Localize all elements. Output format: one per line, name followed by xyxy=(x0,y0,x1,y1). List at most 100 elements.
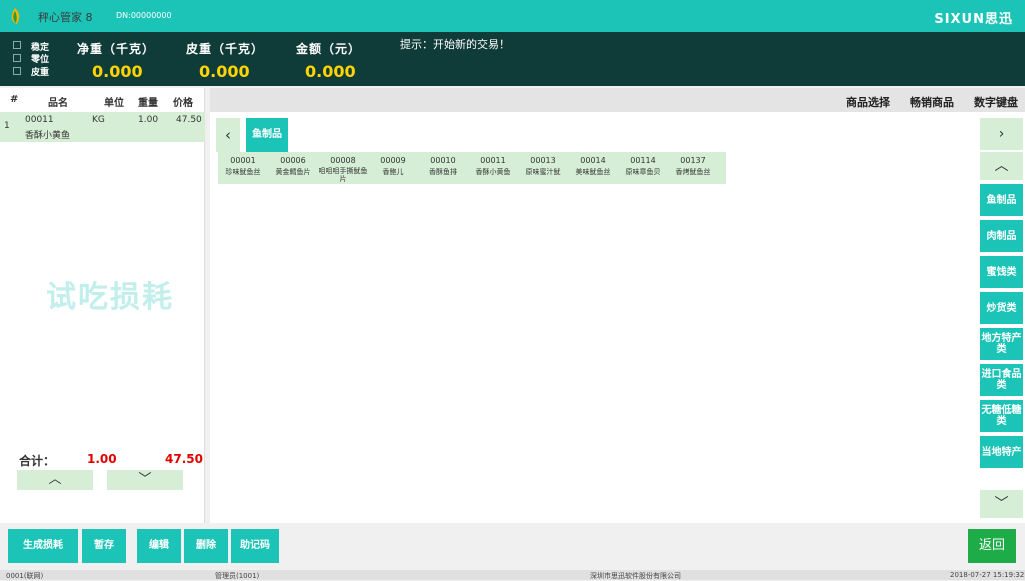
chevron-left-icon: ‹ xyxy=(225,126,231,144)
category-meat[interactable]: 肉制品 xyxy=(980,220,1023,252)
zero-checkbox xyxy=(13,54,21,62)
total-label: 合计： xyxy=(19,454,56,468)
category-fish[interactable]: 鱼制品 xyxy=(980,184,1023,216)
order-panel: # 品名 单位 重量 价格 1 00011 香酥小黄鱼 KG 1.00 47.5… xyxy=(0,88,205,523)
chevron-up-icon: ︿ xyxy=(48,472,62,487)
category-sugar-free[interactable]: 无糖低糖类 xyxy=(980,400,1023,432)
stable-checkbox xyxy=(13,41,21,49)
edit-button[interactable]: 编辑 xyxy=(137,529,181,563)
back-button[interactable]: 返回 xyxy=(968,529,1016,563)
row-unit: KG xyxy=(92,115,105,125)
chevron-right-icon: › xyxy=(998,126,1005,142)
chevron-down-icon: ﹀ xyxy=(138,472,152,487)
app-name: 秤心管家 8 xyxy=(38,11,93,24)
next-category-page-button[interactable]: › xyxy=(980,118,1023,150)
product-tile[interactable]: 00137 香烤鱿鱼丝 xyxy=(668,152,718,184)
chevron-down-icon: ﹀ xyxy=(994,496,1009,512)
row-weight: 1.00 xyxy=(138,115,159,125)
net-weight-header: 净重（千克） xyxy=(77,42,156,56)
product-name: 香酥鱼排 xyxy=(429,168,457,176)
tare-checkbox xyxy=(13,67,21,75)
category-local-products[interactable]: 当地特产 xyxy=(980,436,1023,468)
product-code: 00013 xyxy=(530,156,556,165)
product-name: 珍味鱿鱼丝 xyxy=(225,168,261,176)
category-imported[interactable]: 进口食品类 xyxy=(980,364,1023,396)
generate-loss-button[interactable]: 生成损耗 xyxy=(8,529,78,563)
product-code: 00001 xyxy=(230,156,256,165)
delete-button[interactable]: 删除 xyxy=(184,529,228,563)
net-weight-value: 0.000 xyxy=(92,62,143,81)
col-unit-header: 单位 xyxy=(104,98,124,109)
row-name: 香酥小黄鱼 xyxy=(25,131,71,141)
scroll-down-button[interactable]: ﹀ xyxy=(107,470,183,490)
product-name: 原味章鱼贝 xyxy=(625,168,661,176)
product-tile[interactable]: 00006 黄金鳕鱼片 xyxy=(268,152,318,184)
product-tile[interactable]: 00001 珍味鱿鱼丝 xyxy=(218,152,268,184)
chevron-up-icon: ︿ xyxy=(994,158,1009,174)
product-code: 00008 xyxy=(330,156,356,165)
product-code: 00114 xyxy=(630,156,656,165)
product-name: 香烤鱿鱼丝 xyxy=(675,168,711,176)
category-scroll-down-button[interactable]: ﹀ xyxy=(980,490,1023,518)
total-amount: 47.50 xyxy=(165,452,203,466)
category-local-specialty[interactable]: 地方特产类 xyxy=(980,328,1023,360)
category-roasted[interactable]: 炒货类 xyxy=(980,292,1023,324)
category-panel: › ︿ 鱼制品 肉制品 蜜饯类 炒货类 地方特产类 进口食品类 无糖低糖类 当地… xyxy=(978,112,1025,523)
product-code: 00137 xyxy=(680,156,706,165)
col-name-header: 品名 xyxy=(48,98,68,109)
tab-bar: 商品选择 畅销商品 数字键盘 xyxy=(210,88,1025,112)
product-code: 00010 xyxy=(430,156,456,165)
product-name: 香鲍儿 xyxy=(382,168,404,176)
tare-weight-header: 皮重（千克） xyxy=(186,42,265,56)
product-name: 原味蜜汁鱿 xyxy=(525,168,561,176)
product-tile[interactable]: 00010 香酥鱼排 xyxy=(418,152,468,184)
category-preserves[interactable]: 蜜饯类 xyxy=(980,256,1023,288)
mode-watermark: 试吃损耗 xyxy=(46,280,174,315)
tare-label: 皮重 xyxy=(31,68,50,78)
hint-text: 提示：开始新的交易！ xyxy=(400,38,510,51)
app-logo-icon xyxy=(11,8,20,24)
row-code: 00011 xyxy=(25,115,54,125)
title-bar: 秤心管家 8 DN:00000000 SIXUN思迅 xyxy=(0,0,1025,32)
mnemonic-code-button[interactable]: 助记码 xyxy=(231,529,279,563)
product-name: 香酥小黄鱼 xyxy=(475,168,511,176)
col-weight-header: 重量 xyxy=(138,98,158,109)
tab-product-select[interactable]: 商品选择 xyxy=(846,94,890,110)
total-qty: 1.00 xyxy=(87,452,117,466)
amount-header: 金额（元） xyxy=(296,42,362,56)
brand-logo: SIXUN思迅 xyxy=(934,12,1013,27)
product-tile[interactable]: 00013 原味蜜汁鱿 xyxy=(518,152,568,184)
product-code: 00006 xyxy=(280,156,306,165)
tare-weight-value: 0.000 xyxy=(199,62,250,81)
product-grid: 00001 珍味鱿鱼丝 00006 黄金鳕鱼片 00008 咀咀咀手撕鱿鱼片 0000… xyxy=(218,152,726,184)
status-bar: 0001(联网) 管理员(1001) 深圳市思迅软件股份有限公司 2018-07… xyxy=(0,570,1025,580)
product-tile[interactable]: 00011 香酥小黄鱼 xyxy=(468,152,518,184)
scroll-up-button[interactable]: ︿ xyxy=(17,470,93,490)
product-name: 咀咀咀手撕鱿鱼片 xyxy=(318,167,368,183)
zero-label: 零位 xyxy=(31,55,50,65)
tab-bestsellers[interactable]: 畅销商品 xyxy=(910,94,954,110)
scale-display: 稳定 零位 皮重 净重（千克） 皮重（千克） 金额（元） 0.000 0.000… xyxy=(0,32,1025,86)
product-area: ‹ 鱼制品 00001 珍味鱿鱼丝 00006 黄金鳕鱼片 00008 咀咀咀手撕鱿鱼… xyxy=(210,112,978,523)
product-name: 黄金鳕鱼片 xyxy=(275,168,311,176)
product-tile[interactable]: 00009 香鲍儿 xyxy=(368,152,418,184)
current-category-button[interactable]: 鱼制品 xyxy=(246,118,288,152)
prev-category-button[interactable]: ‹ xyxy=(216,118,240,152)
product-code: 00011 xyxy=(480,156,506,165)
product-tile[interactable]: 00008 咀咀咀手撕鱿鱼片 xyxy=(318,152,368,184)
category-scroll-up-button[interactable]: ︿ xyxy=(980,152,1023,180)
row-price: 47.50 xyxy=(176,115,202,125)
hold-button[interactable]: 暂存 xyxy=(82,529,126,563)
product-tile[interactable]: 00114 原味章鱼贝 xyxy=(618,152,668,184)
product-code: 00014 xyxy=(580,156,606,165)
action-bar: 生成损耗 暂存 编辑 删除 助记码 返回 xyxy=(0,523,1025,570)
product-code: 00009 xyxy=(380,156,406,165)
row-index: 1 xyxy=(4,121,10,131)
product-tile[interactable]: 00014 美味鱿鱼丝 xyxy=(568,152,618,184)
clock: 2018-07-27 15:19:32 xyxy=(950,571,1025,579)
order-row[interactable]: 1 00011 香酥小黄鱼 KG 1.00 47.50 xyxy=(0,112,205,142)
device-number: DN:00000000 xyxy=(116,11,172,20)
col-index-header: # xyxy=(10,94,19,105)
tab-numeric-keypad[interactable]: 数字键盘 xyxy=(974,94,1018,110)
amount-value: 0.000 xyxy=(305,62,356,81)
